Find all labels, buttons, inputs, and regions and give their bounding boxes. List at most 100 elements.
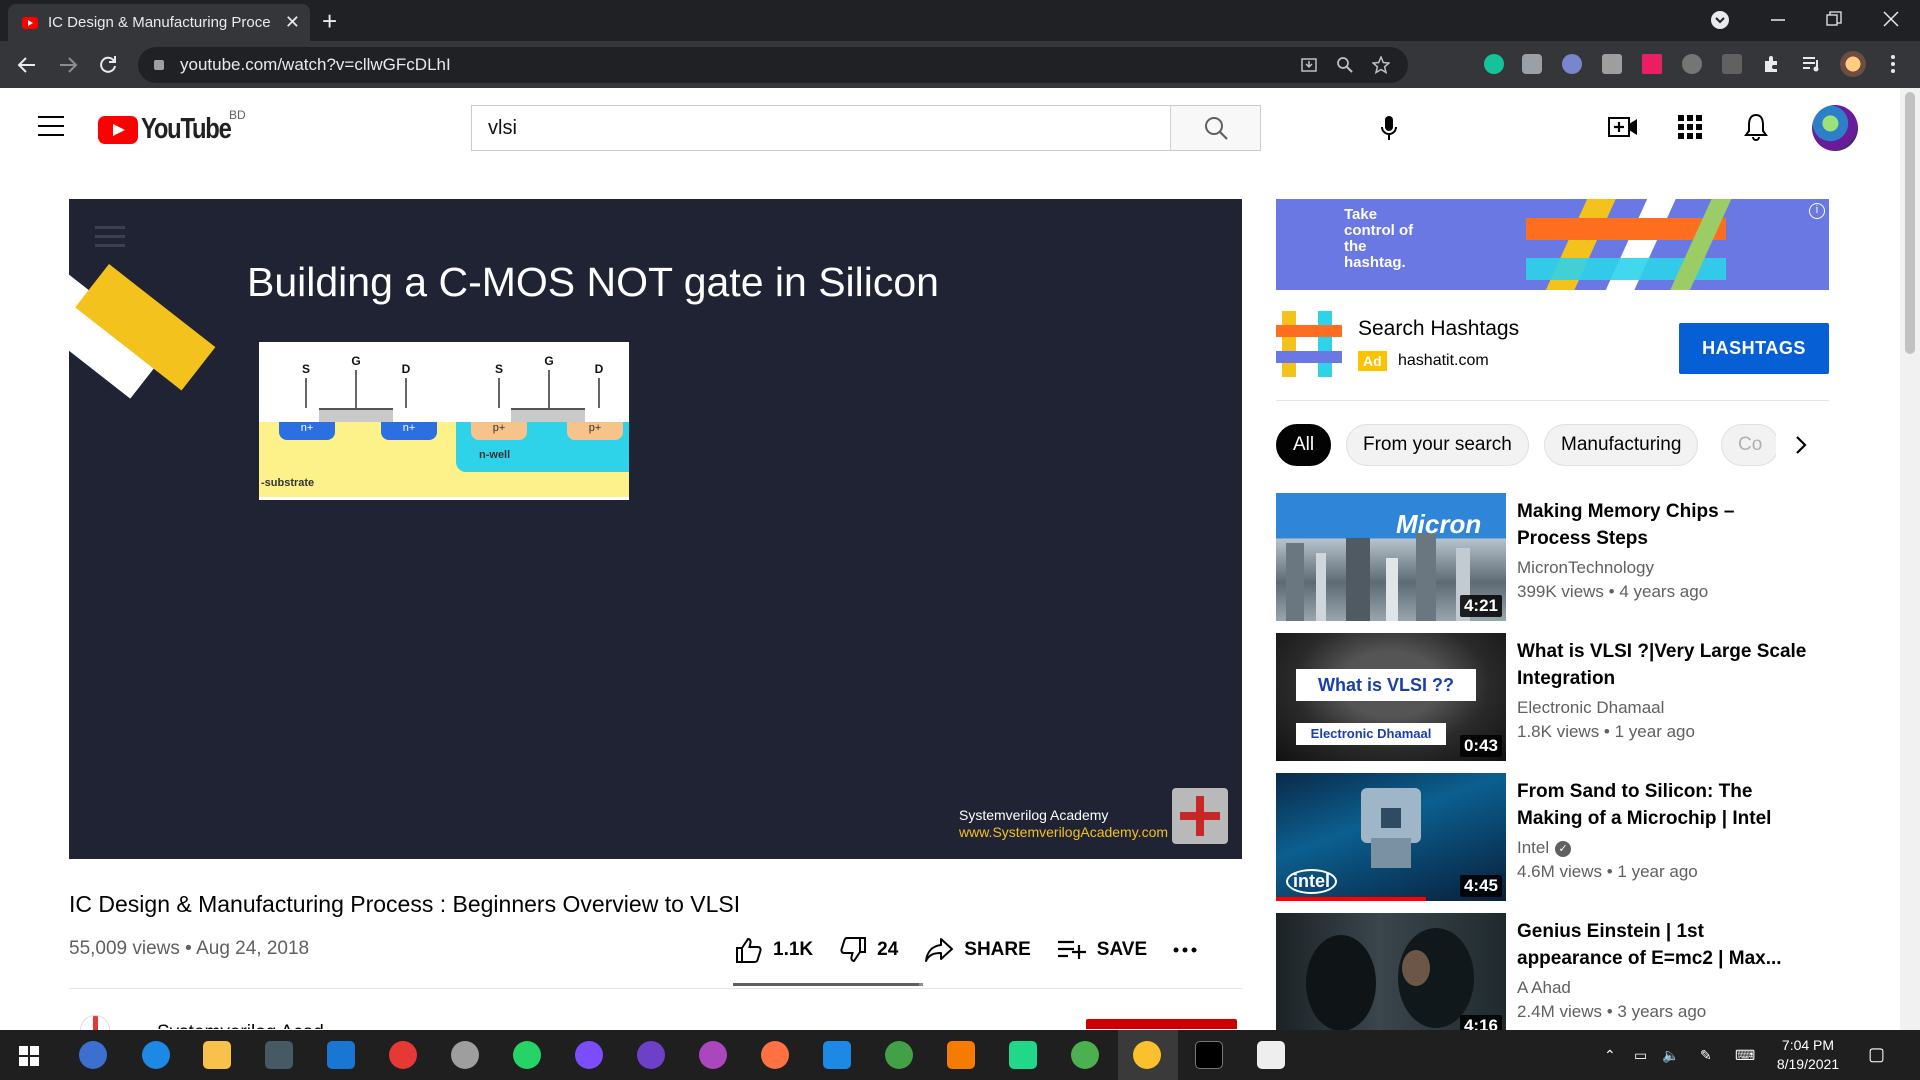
recommendation-channel[interactable]: Intel ✓ [1517,838,1572,858]
pen-icon[interactable]: ✎ [1700,1047,1712,1064]
recommendation-channel[interactable]: A Ahad [1517,978,1571,998]
forward-arrow-icon[interactable] [58,56,78,74]
volume-icon[interactable]: 🔈 [1662,1047,1679,1064]
github-desktop-icon[interactable] [637,1041,665,1069]
chip-from-your-search[interactable]: From your search [1346,424,1529,466]
store-icon[interactable] [265,1041,293,1069]
save-button[interactable]: SAVE [1057,939,1147,961]
app-icon[interactable] [699,1041,727,1069]
like-button[interactable]: 1.1K [735,936,813,964]
recommendation-item[interactable]: intel 4:45 From Sand to Silicon: The Mak… [1276,773,1829,901]
bookmark-star-icon[interactable] [1372,56,1390,74]
zoom-icon[interactable] [1336,56,1354,74]
youtube-favicon-icon [22,16,38,29]
download-extension-icon[interactable] [1682,54,1702,74]
keyboard-icon[interactable]: ⌨ [1735,1047,1755,1064]
extension-icon[interactable] [1562,54,1582,74]
browser-menu-icon[interactable] [1890,54,1896,74]
address-bar[interactable]: youtube.com/watch?v=cllwGFcDLhI [138,47,1408,83]
guide-menu-icon[interactable] [38,116,64,143]
dislike-button[interactable]: 24 [839,936,898,964]
more-actions-button[interactable] [1173,947,1207,953]
close-window-icon[interactable] [1882,10,1900,28]
chips-next-button[interactable] [1776,424,1826,466]
search-button[interactable] [1170,106,1260,150]
camera-extension-icon[interactable] [1522,54,1542,74]
media-control-icon[interactable] [1802,55,1822,73]
video-thumbnail[interactable]: 4:16 [1276,913,1506,1030]
pycharm-icon[interactable] [1009,1041,1037,1069]
edge-icon[interactable] [142,1041,170,1069]
chrome-icon[interactable] [1071,1041,1099,1069]
app-icon[interactable] [947,1041,975,1069]
restore-icon[interactable] [1826,11,1842,27]
extensions-puzzle-icon[interactable] [1762,54,1782,74]
account-avatar[interactable] [1812,105,1858,151]
recommendation-item[interactable]: 4:16 Genius Einstein | 1st appearance of… [1276,913,1829,1030]
terminal-icon[interactable] [1195,1041,1223,1069]
video-thumbnail[interactable]: Micron 4:21 [1276,493,1506,621]
chip-manufacturing[interactable]: Manufacturing [1544,424,1699,466]
recommendation-title[interactable]: What is VLSI ?|Very Large Scale Integrat… [1517,638,1807,692]
chip-all[interactable]: All [1276,424,1332,466]
tab-search-icon[interactable] [1710,10,1730,30]
channel-avatar[interactable] [80,1015,110,1031]
chrome-active-icon[interactable] [1133,1041,1161,1069]
firefox-icon[interactable] [761,1041,789,1069]
chip-more[interactable]: Co [1721,424,1780,466]
close-tab-icon[interactable]: ✕ [285,12,300,33]
video-thumbnail[interactable]: What is VLSI ?? Electronic Dhamaal 0:43 [1276,633,1506,761]
ad-info-icon[interactable]: i [1809,203,1825,219]
subscribe-button[interactable] [1086,1019,1237,1029]
search-input[interactable] [472,106,1170,150]
whatsapp-icon[interactable] [513,1041,541,1069]
recommendation-item[interactable]: Micron 4:21 Making Memory Chips – Proces… [1276,493,1829,621]
vscode-icon[interactable] [823,1041,851,1069]
mail-icon[interactable] [327,1041,355,1069]
recommendation-title[interactable]: Making Memory Chips – Process Steps [1517,498,1807,552]
extension-icon[interactable] [1722,54,1742,74]
share-button[interactable]: SHARE [924,937,1031,963]
file-explorer-icon[interactable] [203,1041,231,1069]
install-app-icon[interactable] [1300,56,1318,74]
recommendation-title[interactable]: Genius Einstein | 1st appearance of E=mc… [1517,918,1807,972]
notifications-center-icon[interactable]: ▢ [1868,1044,1885,1065]
opera-icon[interactable] [389,1041,417,1069]
app-icon[interactable] [885,1041,913,1069]
back-arrow-icon[interactable] [17,56,37,74]
reload-icon[interactable] [98,55,118,75]
video-thumbnail[interactable]: intel 4:45 [1276,773,1506,901]
video-player[interactable]: Building a C-MOS NOT gate in Silicon S G… [69,199,1242,859]
grammarly-extension-icon[interactable] [1484,54,1504,74]
messenger-icon[interactable] [575,1041,603,1069]
browser-tab[interactable]: IC Design & Manufacturing Proce ✕ [8,4,310,41]
apps-button[interactable] [1675,112,1705,142]
recommendation-item[interactable]: What is VLSI ?? Electronic Dhamaal 0:43 … [1276,633,1829,761]
extension-icon[interactable] [1602,54,1622,74]
ad-title[interactable]: Search Hashtags [1358,317,1519,341]
extension-icon[interactable] [1642,54,1662,74]
tray-overflow-icon[interactable]: ⌃ [1604,1047,1616,1064]
scrollbar-thumb[interactable] [1905,92,1915,354]
app-icon[interactable] [1257,1041,1285,1069]
windows-start-icon[interactable] [19,1046,39,1066]
youtube-logo[interactable]: YouTube BD [98,108,250,146]
ad-cta-button[interactable]: HASHTAGS [1679,323,1829,374]
ad-banner[interactable]: Take control of the hashtag. i [1276,199,1829,290]
recommendation-channel[interactable]: Electronic Dhamaal [1517,698,1664,718]
recommendation-channel[interactable]: MicronTechnology [1517,558,1654,578]
create-video-button[interactable] [1608,112,1638,142]
share-label: SHARE [964,939,1031,960]
new-tab-button[interactable]: + [322,6,337,37]
chevron-right-icon [1796,436,1807,454]
clock[interactable]: 7:04 PM 8/19/2021 [1766,1036,1850,1074]
voice-search-button[interactable] [1367,106,1411,150]
network-icon[interactable]: ▭ [1634,1047,1647,1064]
qbittorrent-icon[interactable] [79,1041,107,1069]
satellite-app-icon[interactable] [451,1041,479,1069]
notifications-button[interactable] [1741,112,1771,142]
profile-avatar[interactable] [1840,51,1866,77]
minimize-icon[interactable] [1770,12,1786,28]
recommendation-title[interactable]: From Sand to Silicon: The Making of a Mi… [1517,778,1807,832]
channel-name[interactable]: Systemverilog Acad... [157,1022,340,1029]
